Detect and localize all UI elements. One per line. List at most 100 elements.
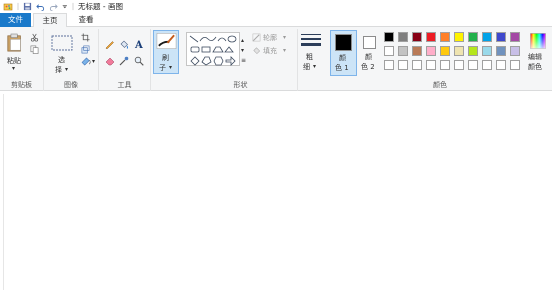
- paint-app-icon[interactable]: [3, 2, 13, 12]
- palette-color-swatch[interactable]: [510, 32, 520, 42]
- color2-button[interactable]: 颜 色 2: [359, 30, 383, 76]
- palette-color-swatch[interactable]: [510, 60, 520, 70]
- shapes-scroll-up-icon[interactable]: ▴: [241, 37, 244, 44]
- palette-color-swatch[interactable]: [440, 60, 450, 70]
- palette-color-swatch[interactable]: [496, 32, 506, 42]
- palette-color-swatch[interactable]: [412, 60, 422, 70]
- rainbow-palette-icon: [530, 33, 546, 49]
- palette-color-swatch[interactable]: [468, 60, 478, 70]
- eraser-icon[interactable]: [105, 56, 115, 66]
- save-icon[interactable]: [23, 2, 32, 11]
- quick-access-toolbar: [0, 0, 74, 13]
- palette-color-swatch[interactable]: [398, 60, 408, 70]
- shapes-group-label: 形状: [233, 81, 248, 89]
- color1-button[interactable]: 颜 色 1: [330, 30, 357, 76]
- outline-dropdown-icon[interactable]: ▾: [283, 34, 286, 41]
- drawing-canvas[interactable]: [3, 94, 549, 290]
- pencil-icon[interactable]: [105, 39, 115, 49]
- paste-button[interactable]: 粘贴 ▾: [4, 32, 26, 74]
- palette-color-swatch[interactable]: [482, 32, 492, 42]
- separator-icon: [72, 2, 74, 11]
- palette-color-swatch[interactable]: [412, 32, 422, 42]
- palette-color-swatch[interactable]: [384, 60, 394, 70]
- magnifier-icon[interactable]: [134, 56, 144, 66]
- title-bar: 无标题 - 画图: [0, 0, 552, 13]
- palette-color-swatch[interactable]: [398, 32, 408, 42]
- outline-icon[interactable]: [252, 33, 261, 42]
- palette-color-swatch[interactable]: [496, 60, 506, 70]
- rotate-icon[interactable]: [81, 57, 92, 66]
- palette-color-swatch[interactable]: [454, 32, 464, 42]
- edit-colors-button[interactable]: 编辑 颜色: [526, 30, 550, 76]
- palette-color-swatch[interactable]: [468, 32, 478, 42]
- brushes-dropdown-icon[interactable]: ▾: [169, 64, 172, 71]
- undo-icon[interactable]: [36, 2, 45, 11]
- cut-icon[interactable]: [30, 33, 39, 42]
- brush-icon: [156, 33, 177, 49]
- palette-color-swatch[interactable]: [440, 46, 450, 56]
- tools-group: A 工具: [99, 29, 151, 91]
- shapes-scroll-down-icon[interactable]: ▾: [241, 47, 244, 54]
- clipboard-group: 粘贴 ▾ 剪贴板: [0, 29, 44, 91]
- separator-icon: [17, 2, 19, 11]
- image-group: 选 择 ▾ ▾ 图像: [44, 29, 99, 91]
- crop-icon[interactable]: [81, 33, 90, 42]
- palette-color-swatch[interactable]: [496, 46, 506, 56]
- shapes-gallery-icons: [189, 35, 237, 66]
- select-button[interactable]: 选 择 ▾: [50, 33, 74, 77]
- palette-color-swatch[interactable]: [510, 46, 520, 56]
- palette-color-swatch[interactable]: [384, 46, 394, 56]
- customize-quick-access-icon[interactable]: [62, 2, 69, 11]
- fill-icon[interactable]: [252, 46, 261, 55]
- ribbon-tabs: 文件 主页 查看: [0, 13, 552, 28]
- paste-dropdown-icon[interactable]: ▾: [12, 65, 15, 72]
- ribbon: 粘贴 ▾ 剪贴板 选 择 ▾ ▾ 图像 A 工具 刷 子 ▾ ▴ ▾ ≡ 轮廓 …: [0, 27, 552, 91]
- color2-label-2: 色 2: [361, 63, 375, 71]
- palette-color-swatch[interactable]: [454, 60, 464, 70]
- select-label-2: 择: [55, 66, 62, 74]
- redo-icon[interactable]: [49, 2, 58, 11]
- line-size-icon: [301, 34, 321, 46]
- tab-home[interactable]: 主页: [33, 13, 67, 28]
- color1-swatch: [335, 34, 352, 51]
- palette-color-swatch[interactable]: [384, 32, 394, 42]
- clipboard-icon: [7, 33, 21, 52]
- copy-icon[interactable]: [30, 45, 39, 54]
- tools-group-label: 工具: [117, 81, 132, 89]
- palette-color-swatch[interactable]: [426, 60, 436, 70]
- color-picker-icon[interactable]: [119, 56, 129, 66]
- color-palette: [384, 32, 524, 74]
- svg-text:A: A: [134, 40, 143, 49]
- rotate-dropdown-icon[interactable]: ▾: [92, 58, 95, 65]
- colors-group: 颜 色 1 颜 色 2 编辑 颜色 颜色: [328, 29, 552, 91]
- shapes-gallery[interactable]: [186, 32, 240, 66]
- shapes-expand-icon[interactable]: ≡: [241, 57, 246, 64]
- fill-bucket-icon[interactable]: [119, 39, 129, 49]
- colors-group-label: 颜色: [433, 81, 447, 89]
- brushes-label-2: 子: [159, 64, 166, 72]
- edit-colors-label-1: 编辑: [528, 53, 542, 61]
- size-dropdown-icon[interactable]: ▾: [313, 63, 316, 70]
- size-label-1: 粗: [306, 53, 313, 61]
- select-dropdown-icon[interactable]: ▾: [65, 66, 68, 73]
- outline-label: 轮廓: [263, 34, 277, 42]
- palette-color-swatch[interactable]: [482, 46, 492, 56]
- fill-dropdown-icon[interactable]: ▾: [283, 47, 286, 54]
- palette-color-swatch[interactable]: [454, 46, 464, 56]
- brushes-button[interactable]: 刷 子 ▾: [153, 30, 179, 74]
- select-label: 选: [58, 56, 65, 64]
- tab-view[interactable]: 查看: [70, 13, 102, 27]
- palette-color-swatch[interactable]: [426, 46, 436, 56]
- clipboard-group-label: 剪贴板: [11, 81, 32, 89]
- text-icon[interactable]: A: [134, 39, 144, 49]
- size-button[interactable]: 粗 细 ▾: [298, 30, 324, 74]
- palette-color-swatch[interactable]: [426, 32, 436, 42]
- palette-color-swatch[interactable]: [398, 46, 408, 56]
- palette-color-swatch[interactable]: [440, 32, 450, 42]
- palette-color-swatch[interactable]: [412, 46, 422, 56]
- drawing-canvas-area[interactable]: [0, 92, 552, 294]
- palette-color-swatch[interactable]: [468, 46, 478, 56]
- palette-color-swatch[interactable]: [482, 60, 492, 70]
- resize-icon[interactable]: [81, 45, 90, 54]
- tab-file[interactable]: 文件: [0, 13, 31, 27]
